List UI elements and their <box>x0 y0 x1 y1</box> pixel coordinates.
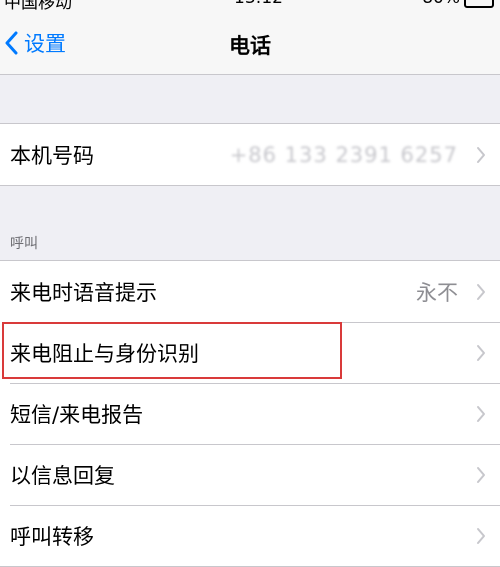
chevron-right-icon <box>477 405 485 422</box>
respond-with-text-row[interactable]: 以信息回复 <box>0 444 500 505</box>
my-number-group: 本机号码 +86 133 2391 6257 <box>0 123 500 186</box>
chevron-right-icon <box>477 344 485 361</box>
calls-group: 来电时语音提示 永不 来电阻止与身份识别 短信/来电报告 以信息回复 呼叫转移 <box>0 260 500 567</box>
section-header-calls: 呼叫 <box>10 236 38 252</box>
battery-percent: 80% <box>422 0 460 8</box>
status-bar: 中国移动 13:12 80% <box>0 0 500 13</box>
battery-icon <box>464 0 494 8</box>
announce-calls-label: 来电时语音提示 <box>10 280 157 305</box>
status-time: 13:12 <box>234 0 283 8</box>
announce-calls-row[interactable]: 来电时语音提示 永不 <box>0 261 500 322</box>
announce-calls-value: 永不 <box>416 280 458 305</box>
call-forwarding-row[interactable]: 呼叫转移 <box>0 505 500 566</box>
my-number-label: 本机号码 <box>10 143 94 168</box>
chevron-right-icon <box>477 466 485 483</box>
my-number-value: +86 133 2391 6257 <box>229 142 458 167</box>
chevron-right-icon <box>477 283 485 300</box>
sms-call-reporting-row[interactable]: 短信/来电报告 <box>0 383 500 444</box>
navigation-bar: 设置 电话 <box>0 10 500 75</box>
call-blocking-label: 来电阻止与身份识别 <box>10 341 199 366</box>
respond-with-text-label: 以信息回复 <box>10 463 115 488</box>
page-title: 电话 <box>229 34 271 58</box>
chevron-right-icon <box>477 146 485 163</box>
chevron-right-icon <box>477 527 485 544</box>
call-forwarding-label: 呼叫转移 <box>10 524 94 549</box>
call-blocking-row[interactable]: 来电阻止与身份识别 <box>0 322 500 383</box>
my-number-row[interactable]: 本机号码 +86 133 2391 6257 <box>0 124 500 185</box>
sms-call-reporting-label: 短信/来电报告 <box>10 402 144 427</box>
